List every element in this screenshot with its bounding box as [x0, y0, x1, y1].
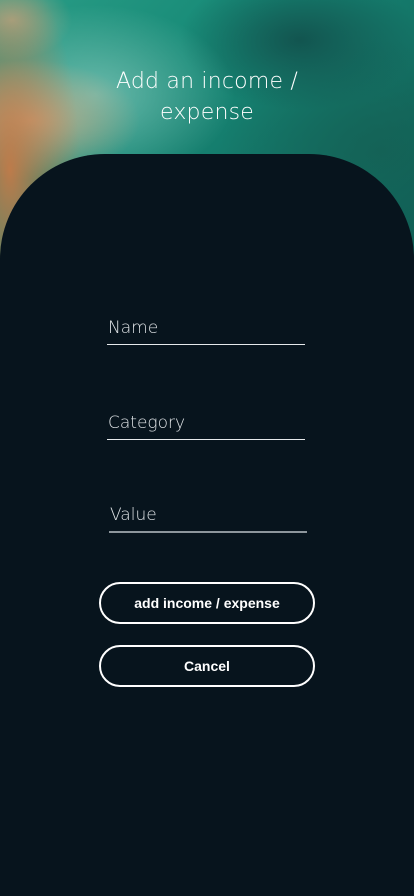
page-title-line-1: Add an income /: [116, 69, 298, 94]
name-input[interactable]: [107, 318, 306, 338]
value-input[interactable]: [109, 505, 308, 525]
add-transaction-screen: Add an income / expense add income / exp…: [0, 0, 414, 896]
cancel-button[interactable]: Cancel: [99, 645, 315, 687]
name-field: [107, 304, 306, 345]
category-input[interactable]: [107, 413, 306, 433]
category-field: [107, 399, 306, 440]
value-field: [109, 491, 308, 533]
form-panel: add income / expense Cancel: [0, 154, 414, 896]
add-income-expense-label: add income / expense: [134, 595, 280, 611]
add-income-expense-button[interactable]: add income / expense: [99, 582, 315, 624]
cancel-label: Cancel: [184, 658, 230, 674]
page-title: Add an income / expense: [0, 66, 414, 128]
page-title-line-2: expense: [159, 100, 254, 125]
